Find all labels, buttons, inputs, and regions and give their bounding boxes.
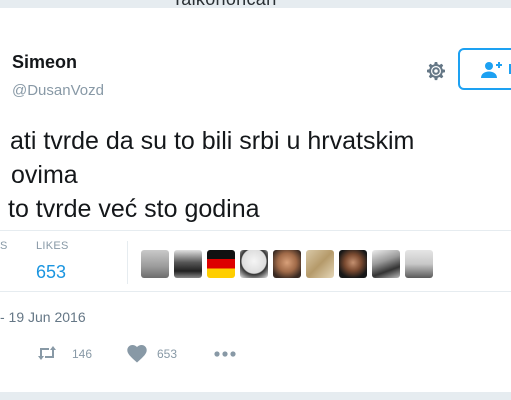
avatar[interactable]: [339, 250, 367, 278]
divider: [0, 230, 511, 231]
avatar[interactable]: [372, 250, 400, 278]
user-name[interactable]: Simeon: [12, 52, 77, 73]
tweet-timestamp[interactable]: - 19 Jun 2016: [0, 309, 86, 325]
avatar[interactable]: [405, 250, 433, 278]
background-bottom: [0, 392, 511, 400]
stats-divider: [127, 241, 128, 284]
tweet-text: ati tvrde da su to bili srbi u hrvatskim…: [8, 124, 414, 226]
gear-icon[interactable]: [424, 59, 448, 83]
avatar[interactable]: [306, 250, 334, 278]
retweets-label: S: [0, 240, 8, 252]
follow-button[interactable]: F: [458, 48, 511, 90]
retweet-count: 146: [72, 347, 93, 361]
more-icon[interactable]: [214, 351, 236, 357]
avatar[interactable]: [141, 250, 169, 278]
avatar[interactable]: [207, 250, 235, 278]
retweet-icon[interactable]: [36, 345, 58, 361]
like-count: 653: [157, 347, 178, 361]
add-user-icon: [481, 62, 502, 78]
avatar[interactable]: [240, 250, 268, 278]
user-handle[interactable]: @DusanVozd: [12, 82, 104, 99]
tweet-card: Simeon @DusanVozd F ati tvrde da su to b…: [0, 8, 511, 392]
avatar[interactable]: [273, 250, 301, 278]
avatar[interactable]: [174, 250, 202, 278]
divider: [0, 291, 511, 292]
background-page-strip: Talkohoncari: [0, 0, 511, 8]
likes-count[interactable]: 653: [36, 262, 66, 283]
tweet-line: to tvrde već sto godina: [8, 195, 260, 223]
tweet-line: ati tvrde da su to bili srbi u hrvatskim: [10, 127, 415, 155]
likes-label: LIKES: [36, 240, 69, 252]
background-title: Talkohoncari: [172, 0, 277, 8]
heart-icon[interactable]: [127, 345, 147, 363]
tweet-line: ovima: [11, 161, 78, 189]
